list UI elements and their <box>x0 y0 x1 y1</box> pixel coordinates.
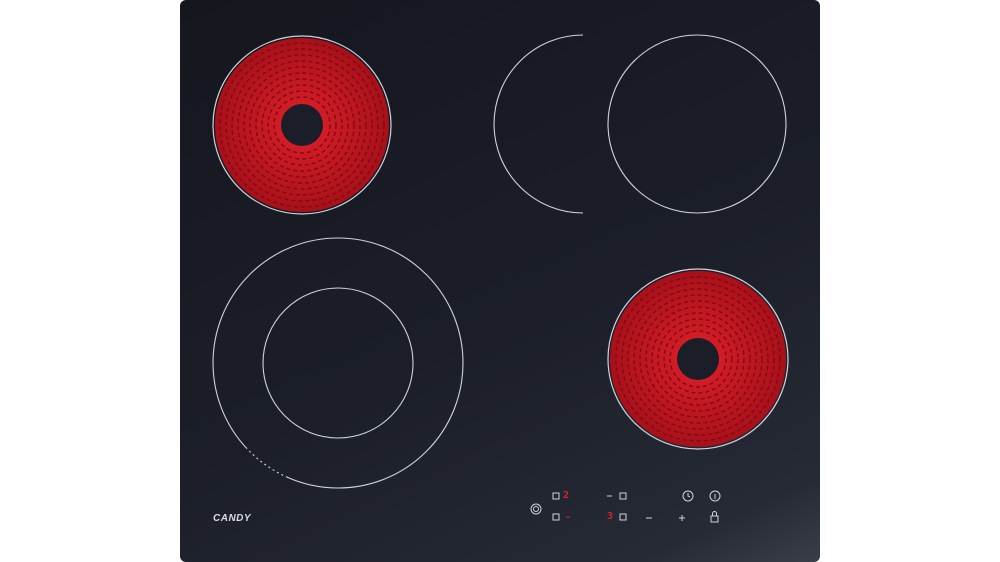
cooking-zone-rear-left-dual[interactable] <box>212 237 464 489</box>
cooking-zone-front-right-heated[interactable] <box>607 268 789 450</box>
plus-icon[interactable] <box>679 515 685 521</box>
ceramic-hob: 2 3 CANDY <box>180 0 820 562</box>
power-icon[interactable] <box>530 503 542 515</box>
cooking-zone-rear-right-dual[interactable] <box>493 34 787 214</box>
hob-surface <box>212 34 789 523</box>
zone-display-bottom: 3 <box>607 511 614 522</box>
brand-logo: CANDY <box>213 513 252 524</box>
zone-display-top: 2 <box>563 490 570 501</box>
cooking-zone-front-left-heated[interactable] <box>212 35 392 215</box>
lock-icon[interactable] <box>710 511 719 523</box>
timer-icon[interactable] <box>682 490 694 502</box>
control-panel <box>530 490 721 523</box>
info-icon[interactable] <box>709 490 721 502</box>
